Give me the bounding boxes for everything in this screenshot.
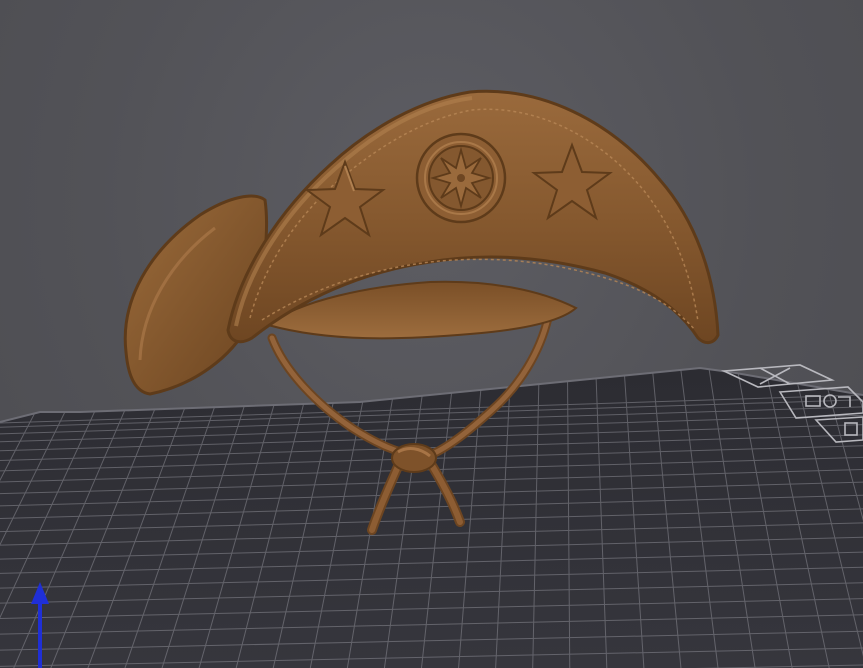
bed-plate: [0, 368, 863, 668]
3d-viewport[interactable]: [0, 0, 863, 668]
viewport-canvas[interactable]: [0, 0, 863, 668]
compass-medallion: [415, 132, 507, 224]
